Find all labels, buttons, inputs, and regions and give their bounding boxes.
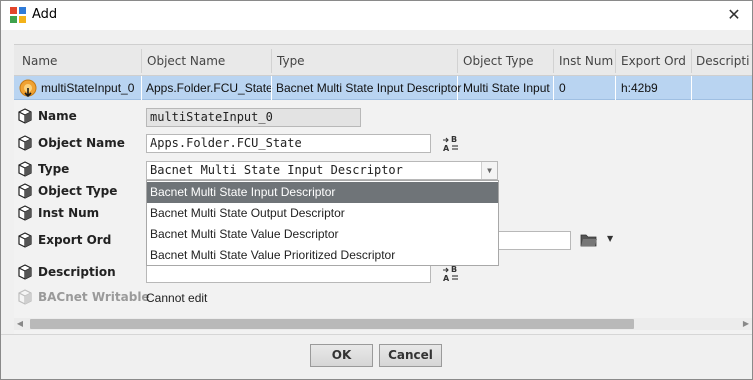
type-dropdown[interactable]: Bacnet Multi State Input Descriptor ▼ — [146, 161, 498, 180]
bacnet-writable-value: Cannot edit — [146, 291, 208, 305]
svg-text:A: A — [443, 144, 450, 152]
prop-row-name: Name multiStateInput_0 — [14, 106, 752, 128]
slot-cube-icon — [18, 205, 32, 221]
cell-divider — [615, 76, 616, 100]
prop-label-type: Type — [38, 162, 70, 176]
prop-label-bacnet-writable: BACnet Writable — [38, 290, 150, 304]
column-divider[interactable] — [553, 49, 554, 73]
prop-label-object-type: Object Type — [38, 184, 118, 198]
cell-type: Bacnet Multi State Input Descriptor — [276, 81, 462, 95]
cell-object-type: Multi State Input — [463, 81, 550, 95]
cancel-button[interactable]: Cancel — [379, 344, 442, 367]
table-header: Name Object Name Type Object Type Inst N… — [14, 44, 752, 76]
dropdown-option[interactable]: Bacnet Multi State Output Descriptor — [147, 203, 498, 224]
ok-button[interactable]: OK — [310, 344, 373, 367]
cell-divider — [691, 76, 692, 100]
svg-text:A: A — [443, 274, 450, 282]
cell-divider — [553, 76, 554, 100]
description-field[interactable] — [146, 264, 431, 283]
chevron-down-icon[interactable]: ▼ — [481, 162, 497, 179]
slot-cube-icon — [18, 108, 32, 124]
ab-sort-icon[interactable]: B A — [442, 264, 460, 282]
prop-label-export-ord: Export Ord — [38, 233, 112, 247]
type-dropdown-value: Bacnet Multi State Input Descriptor — [150, 163, 403, 177]
prop-label-inst-num: Inst Num — [38, 206, 100, 220]
bacnet-point-icon — [19, 79, 37, 97]
cell-inst-num: 0 — [559, 81, 566, 95]
chevron-down-icon[interactable]: ▼ — [607, 234, 613, 243]
column-header-type[interactable]: Type — [277, 54, 305, 68]
cell-export-ord: h:42b9 — [621, 81, 658, 95]
prop-label-name: Name — [38, 109, 77, 123]
slot-cube-icon — [18, 264, 32, 280]
dialog-footer: OK Cancel — [1, 334, 752, 379]
prop-row-object-name: Object Name Apps.Folder.FCU_State B A — [14, 133, 752, 155]
svg-text:B: B — [451, 135, 457, 144]
dropdown-option[interactable]: Bacnet Multi State Input Descriptor — [147, 182, 498, 203]
column-divider[interactable] — [141, 49, 142, 73]
ab-sort-icon[interactable]: B A — [442, 134, 460, 152]
cell-name: multiStateInput_0 — [41, 81, 135, 95]
niagara-app-icon — [10, 7, 26, 23]
prop-row-bacnet-writable: BACnet Writable Cannot edit — [14, 287, 752, 309]
dropdown-option[interactable]: Bacnet Multi State Value Prioritized Des… — [147, 245, 498, 266]
table-row[interactable]: multiStateInput_0 Apps.Folder.FCU_State … — [14, 76, 752, 100]
column-header-export-ord[interactable]: Export Ord — [621, 54, 686, 68]
object-name-field[interactable]: Apps.Folder.FCU_State — [146, 134, 431, 153]
column-divider[interactable] — [615, 49, 616, 73]
cell-divider — [271, 76, 272, 100]
scroll-left-icon[interactable]: ◀ — [14, 318, 26, 330]
scroll-right-icon[interactable]: ▶ — [740, 318, 752, 330]
cell-divider — [141, 76, 142, 100]
close-button[interactable]: ✕ — [722, 4, 746, 26]
prop-label-description: Description — [38, 265, 116, 279]
prop-row-type: Type Bacnet Multi State Input Descriptor… — [14, 159, 752, 181]
prop-label-object-name: Object Name — [38, 136, 125, 150]
column-divider[interactable] — [457, 49, 458, 73]
column-header-object-name[interactable]: Object Name — [147, 54, 225, 68]
cell-divider — [457, 76, 458, 100]
folder-icon[interactable] — [580, 233, 598, 247]
slot-cube-icon — [18, 183, 32, 199]
title-bar: Add ✕ — [1, 1, 752, 30]
horizontal-scrollbar[interactable]: ◀ ▶ — [14, 318, 752, 330]
column-divider[interactable] — [271, 49, 272, 73]
type-dropdown-list: Bacnet Multi State Input Descriptor Bacn… — [146, 180, 499, 266]
slot-cube-icon — [18, 135, 32, 151]
slot-cube-icon — [18, 232, 32, 248]
slot-cube-icon — [18, 289, 32, 305]
window-title: Add — [32, 7, 58, 22]
scrollbar-thumb[interactable] — [30, 319, 634, 329]
svg-text:B: B — [451, 265, 457, 274]
slot-cube-icon — [18, 161, 32, 177]
add-dialog: Add ✕ Name Object Name Type Object Type … — [0, 0, 753, 380]
column-header-description[interactable]: Descripti — [696, 54, 749, 68]
column-header-name[interactable]: Name — [22, 54, 57, 68]
column-divider[interactable] — [691, 49, 692, 73]
dropdown-option[interactable]: Bacnet Multi State Value Descriptor — [147, 224, 498, 245]
cell-object-name: Apps.Folder.FCU_State — [146, 81, 273, 95]
column-header-object-type[interactable]: Object Type — [463, 54, 533, 68]
column-header-inst-num[interactable]: Inst Num — [559, 54, 613, 68]
name-field: multiStateInput_0 — [146, 108, 361, 127]
